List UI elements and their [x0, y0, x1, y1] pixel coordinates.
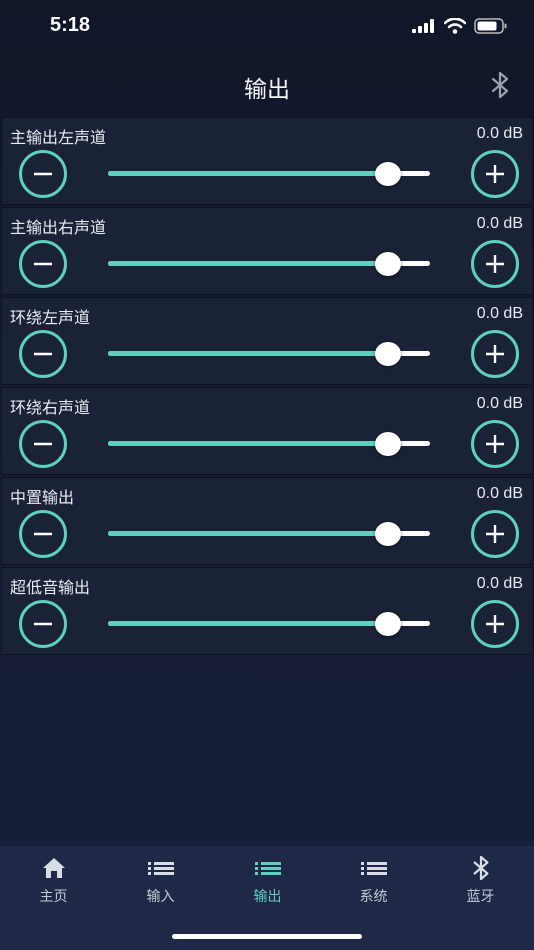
bluetooth-icon	[472, 855, 489, 881]
page-title: 输出	[244, 77, 290, 103]
decrease-button[interactable]	[19, 150, 67, 198]
minus-icon	[34, 262, 52, 266]
minus-icon	[34, 442, 52, 446]
channel-value: 0.0 dB	[476, 575, 523, 592]
minus-icon	[34, 532, 52, 536]
channel-value: 0.0 dB	[476, 485, 523, 502]
decrease-button[interactable]	[19, 510, 67, 558]
channel-value: 0.0 dB	[476, 215, 523, 232]
channel-label: 中置输出	[10, 488, 75, 507]
list-icon	[360, 862, 387, 875]
slider-knob[interactable]	[375, 252, 402, 276]
decrease-button[interactable]	[19, 420, 67, 468]
slider-fill	[108, 441, 389, 446]
plus-icon	[486, 345, 504, 363]
level-slider[interactable]	[108, 342, 430, 366]
decrease-button[interactable]	[19, 330, 67, 378]
tab-home[interactable]: 主页	[0, 854, 107, 914]
tab-label: 蓝牙	[466, 889, 495, 905]
tab-input[interactable]: 输入	[107, 854, 214, 914]
channel-label: 环绕左声道	[10, 308, 91, 327]
wifi-icon	[444, 18, 466, 34]
plus-icon	[486, 615, 504, 633]
plus-icon	[486, 525, 504, 543]
increase-button[interactable]	[471, 330, 519, 378]
channel-label: 主输出左声道	[10, 128, 107, 147]
signal-icon	[412, 19, 434, 33]
slider-knob[interactable]	[375, 162, 402, 186]
channel-row: 环绕左声道 0.0 dB	[1, 297, 533, 385]
status-icons	[412, 18, 508, 34]
tab-output[interactable]: 输出	[214, 854, 321, 914]
tab-label: 主页	[39, 889, 68, 905]
minus-icon	[34, 352, 52, 356]
list-icon	[254, 862, 281, 875]
tab-label: 系统	[359, 889, 388, 905]
minus-icon	[34, 172, 52, 176]
plus-icon	[486, 435, 504, 453]
slider-fill	[108, 171, 389, 176]
level-slider[interactable]	[108, 432, 430, 456]
channel-value: 0.0 dB	[476, 395, 523, 412]
nav-bar: 输出	[0, 56, 534, 116]
plus-icon	[486, 255, 504, 273]
channel-row: 主输出左声道 0.0 dB	[1, 117, 533, 205]
level-slider[interactable]	[108, 252, 430, 276]
battery-icon	[474, 18, 507, 34]
channel-value: 0.0 dB	[476, 125, 523, 142]
status-time: 5:18	[50, 14, 91, 36]
home-icon	[42, 858, 65, 878]
plus-icon	[486, 165, 504, 183]
slider-knob[interactable]	[375, 522, 402, 546]
tab-bluetooth[interactable]: 蓝牙	[427, 854, 534, 914]
slider-knob[interactable]	[375, 612, 402, 636]
status-bar: 5:18	[0, 0, 534, 56]
channel-label: 主输出右声道	[10, 218, 107, 237]
minus-icon	[34, 622, 52, 626]
slider-fill	[108, 621, 389, 626]
home-indicator[interactable]	[172, 934, 362, 939]
channel-label: 超低音输出	[10, 578, 91, 597]
increase-button[interactable]	[471, 600, 519, 648]
tab-label: 输入	[146, 889, 175, 905]
slider-fill	[108, 531, 389, 536]
tab-label: 输出	[253, 889, 282, 905]
increase-button[interactable]	[471, 510, 519, 558]
slider-fill	[108, 261, 389, 266]
slider-knob[interactable]	[375, 432, 402, 456]
channel-row: 环绕右声道 0.0 dB	[1, 387, 533, 475]
slider-fill	[108, 351, 389, 356]
channel-row: 中置输出 0.0 dB	[1, 477, 533, 565]
channel-label: 环绕右声道	[10, 398, 91, 417]
increase-button[interactable]	[471, 240, 519, 288]
level-slider[interactable]	[108, 522, 430, 546]
tab-system[interactable]: 系统	[320, 854, 427, 914]
channel-list: 主输出左声道 0.0 dB 主输出右声道 0.0 dB 环绕左声道 0.0 dB…	[0, 117, 534, 657]
level-slider[interactable]	[108, 612, 430, 636]
slider-knob[interactable]	[375, 342, 402, 366]
list-icon	[147, 862, 174, 875]
bluetooth-icon[interactable]	[488, 71, 512, 99]
channel-row: 超低音输出 0.0 dB	[1, 567, 533, 655]
level-slider[interactable]	[108, 162, 430, 186]
increase-button[interactable]	[471, 150, 519, 198]
channel-value: 0.0 dB	[476, 305, 523, 322]
decrease-button[interactable]	[19, 240, 67, 288]
channel-row: 主输出右声道 0.0 dB	[1, 207, 533, 295]
increase-button[interactable]	[471, 420, 519, 468]
decrease-button[interactable]	[19, 600, 67, 648]
